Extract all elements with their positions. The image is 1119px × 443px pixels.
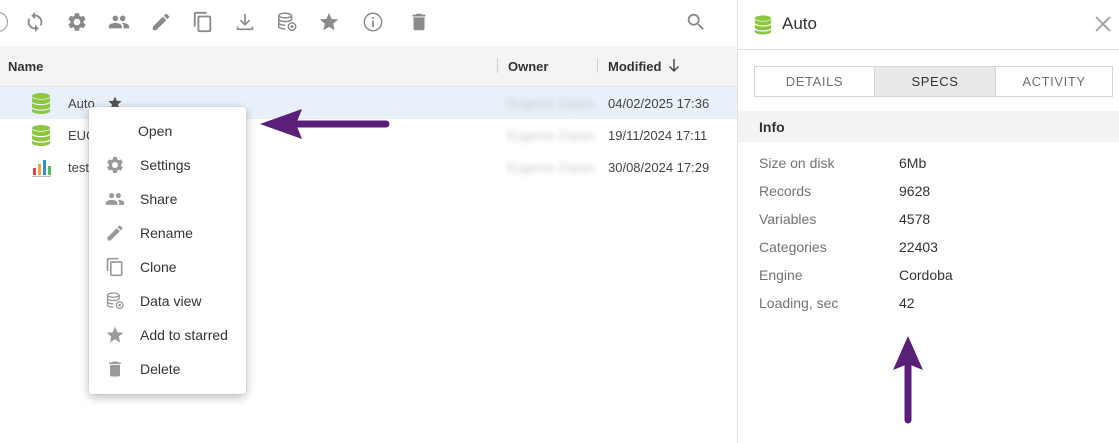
spec-key: Size on disk <box>759 155 835 171</box>
info-icon[interactable] <box>362 11 384 33</box>
modified-date: 04/02/2025 17:36 <box>608 96 710 111</box>
details-panel: Auto DETAILS SPECS ACTIVITY Info Size on… <box>737 0 1119 443</box>
clone-icon[interactable] <box>192 11 214 33</box>
star-icon[interactable] <box>318 11 340 33</box>
pencil-icon[interactable] <box>150 11 172 33</box>
info-section-title: Info <box>759 119 785 135</box>
database-icon <box>30 124 52 146</box>
search-icon[interactable] <box>685 11 707 33</box>
spec-value: 22403 <box>899 239 938 255</box>
menu-item-label: Open <box>138 123 173 139</box>
menu-item-add-to-starred[interactable]: Add to starred <box>89 318 246 352</box>
pencil-icon <box>105 223 125 243</box>
spec-key: Records <box>759 183 812 199</box>
sort-descending-icon[interactable] <box>668 58 680 73</box>
spec-key: Categories <box>759 239 827 255</box>
share-icon[interactable] <box>108 11 130 33</box>
tab-activity[interactable]: ACTIVITY <box>995 67 1112 96</box>
menu-item-label: Rename <box>140 225 193 241</box>
owner-name: Eugenio Zayas <box>507 96 594 111</box>
tab-specs[interactable]: SPECS <box>874 67 995 96</box>
menu-item-delete[interactable]: Delete <box>89 352 246 386</box>
database-icon <box>753 14 773 35</box>
menu-item-label: Share <box>140 191 178 207</box>
menu-item-open[interactable]: Open <box>89 114 246 148</box>
menu-item-label: Delete <box>140 361 181 377</box>
spec-value: 9628 <box>899 183 931 199</box>
annotation-arrow-left <box>260 109 390 139</box>
select-all-checkbox[interactable] <box>0 12 8 32</box>
menu-item-label: Data view <box>140 293 202 309</box>
spec-value: 42 <box>899 295 915 311</box>
spec-key: Engine <box>759 267 803 283</box>
menu-item-label: Add to starred <box>140 327 228 343</box>
owner-column-header[interactable]: Owner <box>508 59 548 74</box>
details-panel-header: Auto <box>738 0 1119 50</box>
modified-date: 19/11/2024 17:11 <box>608 128 708 143</box>
data-view-icon[interactable] <box>276 11 298 33</box>
file-name: test <box>68 160 89 175</box>
gear-icon[interactable] <box>66 11 88 33</box>
tab-details[interactable]: DETAILS <box>755 67 874 96</box>
column-divider[interactable] <box>497 58 498 73</box>
close-icon[interactable] <box>1093 14 1113 34</box>
bar-chart-icon <box>30 156 52 178</box>
spec-value: 6Mb <box>899 155 927 171</box>
spec-value: Cordoba <box>899 267 953 283</box>
owner-name: Eugenio Zayas <box>507 128 594 143</box>
spec-row: Records 9628 <box>738 183 1119 203</box>
star-icon <box>105 325 125 345</box>
context-menu: Open Settings Share Rename Clone Data vi… <box>89 107 246 394</box>
menu-item-label: Clone <box>140 259 177 275</box>
database-icon <box>30 92 52 114</box>
menu-item-share[interactable]: Share <box>89 182 246 216</box>
spec-value: 4578 <box>899 211 931 227</box>
details-panel-title: Auto <box>782 14 817 33</box>
info-section-header: Info <box>738 111 1119 142</box>
spec-row: Categories 22403 <box>738 239 1119 259</box>
trash-icon[interactable] <box>408 11 430 33</box>
share-icon <box>105 189 125 209</box>
menu-item-data-view[interactable]: Data view <box>89 284 246 318</box>
menu-item-rename[interactable]: Rename <box>89 216 246 250</box>
refresh-icon[interactable] <box>24 11 46 33</box>
modified-date: 30/08/2024 17:29 <box>608 160 710 175</box>
spec-row: Size on disk 6Mb <box>738 155 1119 175</box>
menu-item-settings[interactable]: Settings <box>89 148 246 182</box>
menu-item-label: Settings <box>140 157 191 173</box>
details-tabs: DETAILS SPECS ACTIVITY <box>754 66 1113 97</box>
spec-key: Loading, sec <box>759 295 839 311</box>
spec-row: Loading, sec 42 <box>738 295 1119 315</box>
spec-key: Variables <box>759 211 817 227</box>
menu-item-clone[interactable]: Clone <box>89 250 246 284</box>
column-header-row: Name Owner Modified <box>0 46 737 87</box>
download-icon[interactable] <box>234 11 256 33</box>
trash-icon <box>105 359 125 379</box>
spec-row: Engine Cordoba <box>738 267 1119 287</box>
toolbar <box>0 0 737 46</box>
file-browser-pane: Name Owner Modified Auto Eugenio Zayas 0… <box>0 0 737 443</box>
spec-row: Variables 4578 <box>738 211 1119 231</box>
modified-column-header[interactable]: Modified <box>608 59 661 74</box>
clone-icon <box>105 257 125 277</box>
data-view-icon <box>105 291 125 311</box>
owner-name: Eugenio Zayas <box>507 160 594 175</box>
annotation-arrow-up <box>893 336 923 424</box>
column-divider[interactable] <box>597 58 598 73</box>
name-column-header[interactable]: Name <box>8 59 43 74</box>
gear-icon <box>105 155 125 175</box>
